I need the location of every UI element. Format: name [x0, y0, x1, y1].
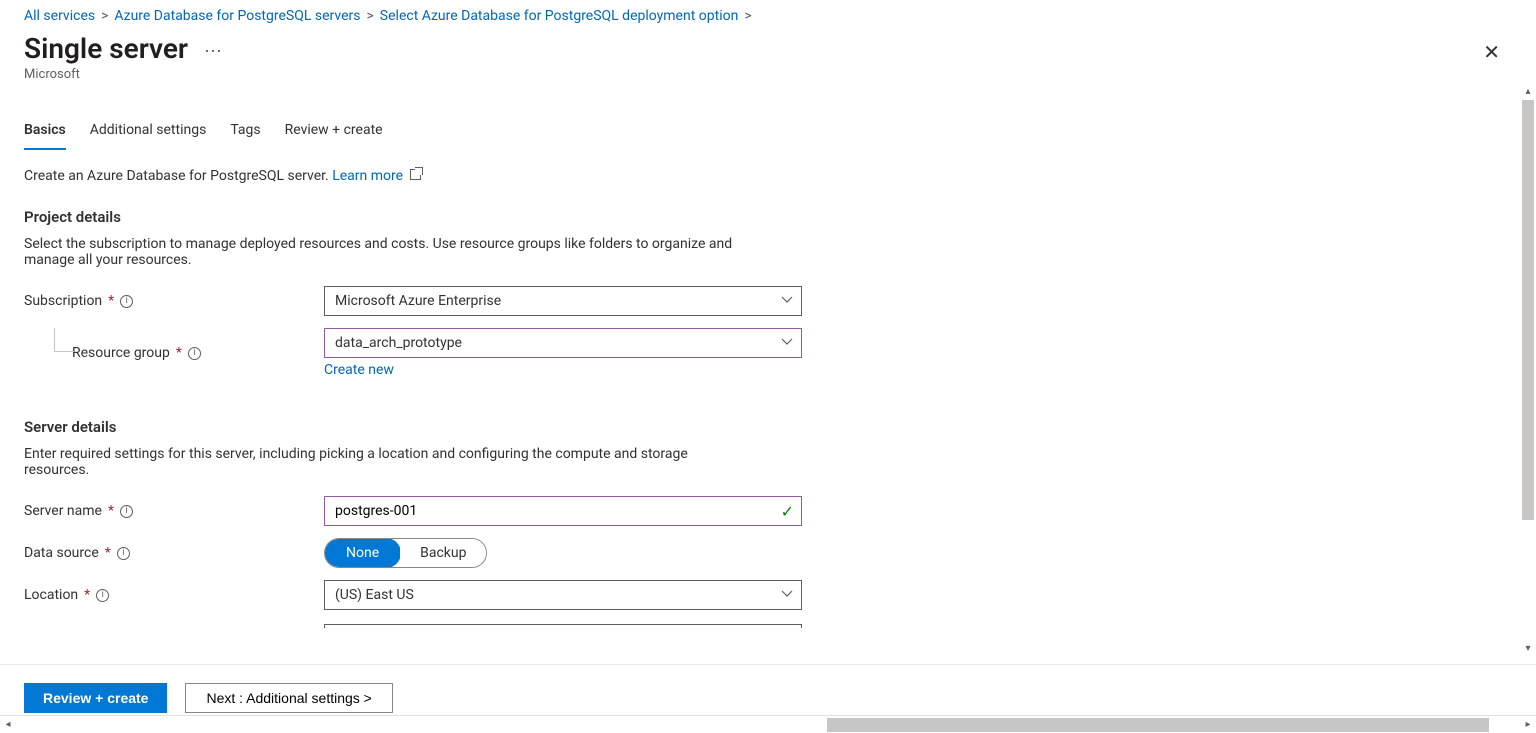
subscription-select[interactable]: Microsoft Azure Enterprise	[324, 286, 802, 316]
form-body: Basics Additional settings Tags Review +…	[0, 100, 1522, 643]
breadcrumb-item[interactable]: Azure Database for PostgreSQL servers	[114, 8, 360, 24]
close-icon[interactable]: ✕	[1471, 32, 1512, 72]
subscription-label: Subscription	[24, 293, 102, 309]
server-name-input[interactable]	[324, 496, 802, 526]
required-icon: *	[105, 545, 111, 561]
server-details-desc: Enter required settings for this server,…	[24, 446, 744, 478]
subscription-row: Subscription * i Microsoft Azure Enterpr…	[24, 286, 1498, 316]
page-title: Single server	[24, 32, 188, 65]
project-details-heading: Project details	[24, 208, 1498, 226]
tab-additional-settings[interactable]: Additional settings	[90, 116, 207, 150]
chevron-down-icon	[781, 588, 793, 600]
chevron-down-icon	[781, 294, 793, 306]
server-name-row: Server name * i ✓	[24, 496, 1498, 526]
resource-group-value: data_arch_prototype	[335, 335, 462, 351]
scroll-thumb[interactable]	[827, 718, 1489, 732]
resource-group-label: Resource group	[72, 345, 170, 361]
scroll-track[interactable]	[32, 718, 1504, 732]
chevron-down-icon	[781, 336, 793, 348]
info-icon[interactable]: i	[120, 295, 133, 308]
required-icon: *	[108, 293, 114, 309]
tab-bar: Basics Additional settings Tags Review +…	[24, 116, 1498, 150]
tab-review-create[interactable]: Review + create	[285, 116, 383, 150]
learn-more-link[interactable]: Learn more	[332, 168, 403, 184]
breadcrumb: All services > Azure Database for Postgr…	[0, 0, 1536, 28]
tab-basics[interactable]: Basics	[24, 116, 66, 150]
intro-text-body: Create an Azure Database for PostgreSQL …	[24, 168, 332, 184]
resource-group-row: Resource group * i data_arch_prototype C…	[24, 328, 1498, 378]
project-details-desc: Select the subscription to manage deploy…	[24, 236, 744, 268]
vertical-scrollbar[interactable]: ▴ ▾	[1522, 100, 1534, 643]
required-icon: *	[176, 345, 182, 361]
scroll-down-icon[interactable]: ▾	[1522, 643, 1534, 657]
horizontal-scrollbar[interactable]: ◂ ▸	[0, 715, 1536, 733]
info-icon[interactable]: i	[117, 547, 130, 560]
server-name-label: Server name	[24, 503, 102, 519]
breadcrumb-item[interactable]: Select Azure Database for PostgreSQL dep…	[380, 8, 739, 24]
data-source-toggle: None Backup	[324, 538, 487, 568]
page-subtitle: Microsoft	[24, 67, 1471, 82]
scroll-thumb[interactable]	[1522, 100, 1534, 520]
server-details-heading: Server details	[24, 418, 1498, 436]
chevron-right-icon: >	[101, 8, 108, 24]
check-icon: ✓	[781, 502, 794, 521]
next-button[interactable]: Next : Additional settings >	[185, 683, 392, 713]
chevron-right-icon: >	[366, 8, 373, 24]
intro-text: Create an Azure Database for PostgreSQL …	[24, 168, 1498, 184]
scroll-right-icon[interactable]: ▸	[1520, 719, 1536, 730]
scroll-up-icon[interactable]: ▴	[1522, 86, 1534, 100]
scroll-left-icon[interactable]: ◂	[0, 719, 16, 730]
location-label: Location	[24, 587, 78, 603]
required-icon: *	[84, 587, 90, 603]
info-icon[interactable]: i	[96, 589, 109, 602]
page-header: Single server ⋯ Microsoft ✕	[0, 28, 1536, 82]
footer-bar: Review + create Next : Additional settin…	[0, 664, 1536, 713]
subscription-value: Microsoft Azure Enterprise	[335, 293, 501, 309]
data-source-none[interactable]: None	[324, 538, 401, 568]
info-icon[interactable]: i	[188, 347, 201, 360]
location-row: Location * i (US) East US	[24, 580, 1498, 610]
external-link-icon	[410, 169, 421, 180]
tab-tags[interactable]: Tags	[230, 116, 260, 150]
next-row-partial	[24, 624, 1498, 628]
chevron-right-icon: >	[744, 8, 751, 24]
location-select[interactable]: (US) East US	[324, 580, 802, 610]
resource-group-select[interactable]: data_arch_prototype	[324, 328, 802, 358]
create-new-link[interactable]: Create new	[324, 362, 802, 378]
required-icon: *	[108, 503, 114, 519]
tree-connector	[54, 328, 74, 352]
location-value: (US) East US	[335, 587, 414, 603]
breadcrumb-item[interactable]: All services	[24, 8, 95, 24]
partial-field	[324, 624, 802, 628]
data-source-backup[interactable]: Backup	[400, 539, 486, 567]
review-create-button[interactable]: Review + create	[24, 683, 167, 713]
info-icon[interactable]: i	[120, 505, 133, 518]
more-icon[interactable]: ⋯	[204, 43, 223, 61]
data-source-label: Data source	[24, 545, 99, 561]
data-source-row: Data source * i None Backup	[24, 538, 1498, 568]
